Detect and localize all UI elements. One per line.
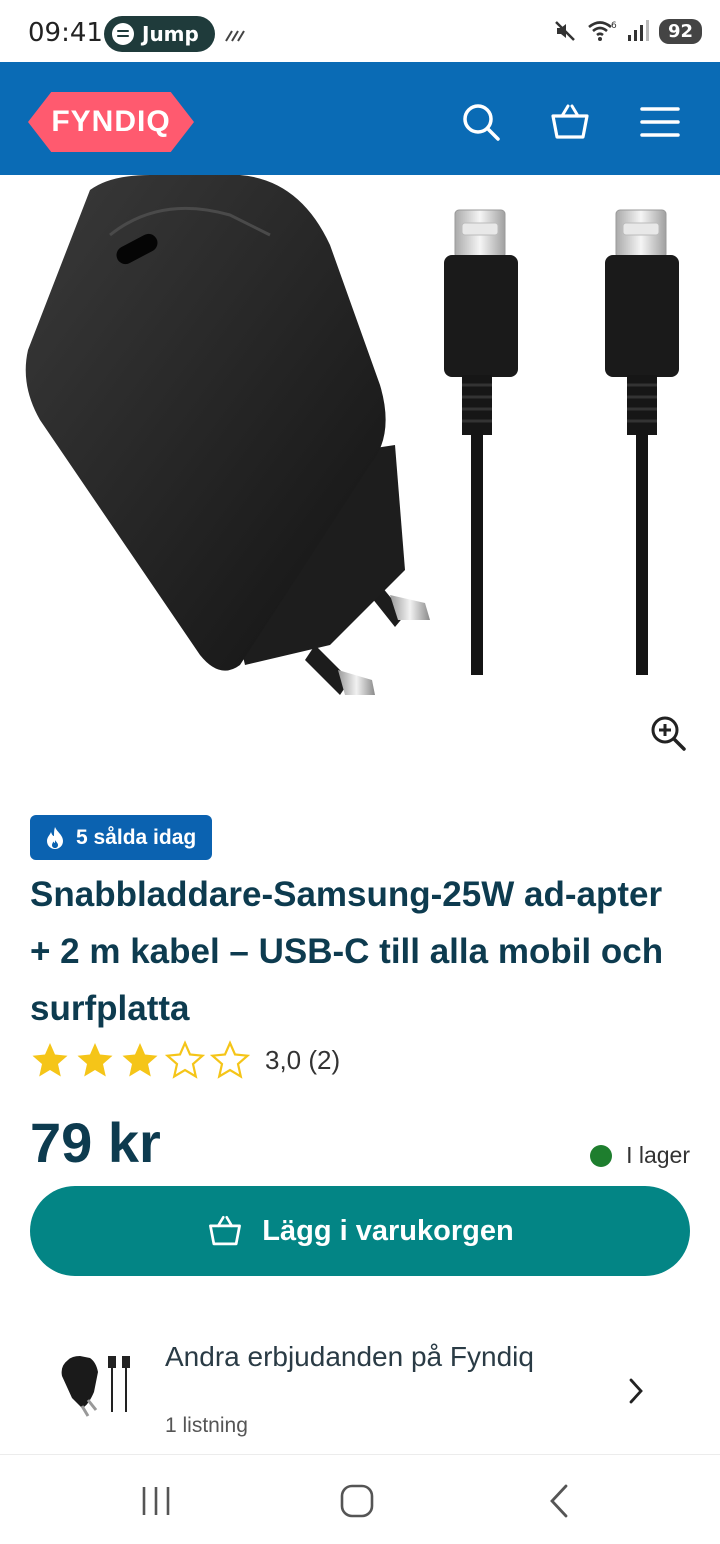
notification-icon <box>225 30 245 42</box>
charger-illustration <box>25 175 679 695</box>
status-time: 09:41 <box>28 18 103 48</box>
back-icon[interactable] <box>540 1481 580 1521</box>
stock-text: I lager <box>626 1142 690 1168</box>
stock-status: I lager <box>590 1142 690 1169</box>
add-to-cart-button[interactable]: Lägg i varukorgen <box>30 1186 690 1276</box>
other-offers-row[interactable]: Andra erbjudanden på Fyndiq 1 listning <box>0 1320 720 1454</box>
svg-text:6: 6 <box>611 21 617 31</box>
signal-icon <box>627 20 649 41</box>
search-icon[interactable] <box>459 100 503 144</box>
recent-apps-icon[interactable] <box>136 1481 176 1521</box>
product-image[interactable] <box>0 175 720 765</box>
rating-text: 3,0 (2) <box>265 1044 341 1075</box>
system-nav-bar <box>0 1454 720 1544</box>
other-offers-title: Andra erbjudanden på Fyndiq <box>165 1341 534 1372</box>
mute-icon <box>555 21 575 41</box>
status-icons: 6 92 <box>553 18 702 44</box>
add-to-cart-label: Lägg i varukorgen <box>262 1214 514 1247</box>
status-bar: 09:41 Jump 6 92 <box>0 0 720 62</box>
menu-icon[interactable] <box>638 100 682 144</box>
rating[interactable]: 3,0 (2) <box>30 1040 340 1080</box>
wifi-icon: 6 <box>588 21 617 41</box>
star-filled-icon <box>32 1043 68 1077</box>
spotify-pill[interactable]: Jump <box>104 16 215 52</box>
spotify-icon <box>112 23 134 45</box>
star-filled-icon <box>122 1043 158 1077</box>
cart-icon[interactable] <box>548 100 592 144</box>
product-title: Snabbladdare-Samsung-25W ad-apter + 2 m … <box>30 875 664 1028</box>
zoom-icon[interactable] <box>648 713 688 753</box>
chevron-right-icon <box>629 1378 643 1404</box>
cart-icon <box>209 1216 242 1246</box>
price: 79 kr <box>30 1111 161 1174</box>
flame-icon <box>47 826 63 849</box>
logo-text: FYNDIQ <box>51 105 171 138</box>
sold-badge-text: 5 sålda idag <box>76 825 197 849</box>
stock-dot-icon <box>590 1144 613 1167</box>
star-empty-icon <box>165 1040 205 1079</box>
star-empty-icon <box>210 1040 250 1079</box>
star-filled-icon <box>77 1043 113 1077</box>
fyndiq-logo[interactable]: FYNDIQ <box>28 92 194 152</box>
other-offers-count: 1 listning <box>165 1414 248 1437</box>
site-header: FYNDIQ <box>0 62 720 175</box>
offer-thumbnail <box>61 1356 130 1417</box>
spotify-label: Jump <box>142 22 199 46</box>
home-icon[interactable] <box>337 1481 377 1521</box>
battery-indicator: 92 <box>658 18 702 44</box>
sold-today-badge: 5 sålda idag <box>30 815 213 860</box>
